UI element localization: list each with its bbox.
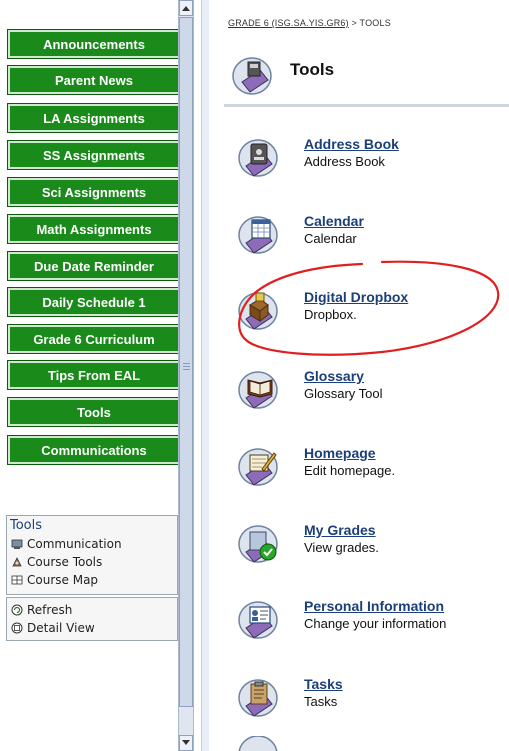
homepage-link[interactable]: Homepage [304, 445, 376, 461]
my-grades-link[interactable]: My Grades [304, 522, 376, 538]
title-divider [224, 104, 509, 107]
tool-personal-information: Personal Information Change your informa… [236, 596, 509, 656]
detail-view-link[interactable]: Detail View [7, 619, 177, 637]
course-tools-label: Course Tools [27, 555, 103, 569]
view-panel: Refresh Detail View [6, 597, 178, 641]
personal-information-desc: Change your information [304, 616, 447, 631]
nav-tools-button[interactable]: Tools [8, 398, 180, 426]
nav-grade-6-curriculum-button[interactable]: Grade 6 Curriculum [8, 325, 180, 353]
annotation-circle [238, 260, 500, 356]
tools-page-icon [232, 57, 272, 95]
refresh-link[interactable]: Refresh [7, 601, 177, 619]
breadcrumb: GRADE 6 (ISG.SA.YIS.GR6) > TOOLS [228, 18, 391, 28]
communication-label: Communication [27, 537, 122, 551]
personal-info-icon [238, 601, 278, 639]
address-book-desc: Address Book [304, 154, 385, 169]
course-map-icon [11, 575, 23, 585]
nav-math-assignments-button[interactable]: Math Assignments [8, 215, 180, 243]
glossary-desc: Glossary Tool [304, 386, 383, 401]
tools-panel-title: Tools [10, 518, 43, 533]
left-navigation: Announcements Parent News LA Assignments… [0, 0, 200, 751]
chevron-up-icon [182, 6, 190, 11]
tool-my-grades: My Grades View grades. [236, 520, 509, 580]
address-book-link[interactable]: Address Book [304, 136, 399, 152]
communication-link[interactable]: Communication [7, 535, 177, 553]
refresh-icon [11, 604, 23, 616]
breadcrumb-parent-link[interactable]: GRADE 6 (ISG.SA.YIS.GR6) [228, 18, 349, 28]
main-content: GRADE 6 (ISG.SA.YIS.GR6) > TOOLS Tools A… [214, 0, 509, 751]
breadcrumb-separator: > [348, 18, 360, 28]
calendar-desc: Calendar [304, 231, 357, 246]
nav-tips-from-eal-button[interactable]: Tips From EAL [8, 361, 180, 389]
nav-ss-assignments-button[interactable]: SS Assignments [8, 141, 180, 169]
breadcrumb-current: TOOLS [359, 18, 391, 28]
frame-divider[interactable] [201, 0, 209, 751]
tool-glossary: Glossary Glossary Tool [236, 366, 509, 426]
tool-address-book: Address Book Address Book [236, 134, 509, 194]
nav-due-date-reminder-button[interactable]: Due Date Reminder [8, 252, 180, 280]
scroll-up-button[interactable] [179, 0, 193, 16]
grades-icon [238, 525, 278, 563]
course-map-link[interactable]: Course Map [7, 571, 177, 589]
glossary-link[interactable]: Glossary [304, 368, 364, 384]
homepage-desc: Edit homepage. [304, 463, 396, 478]
calendar-icon [238, 216, 278, 254]
nav-la-assignments-button[interactable]: LA Assignments [8, 104, 180, 132]
nav-scrollbar[interactable] [178, 0, 194, 751]
nav-parent-news-button[interactable]: Parent News [8, 66, 180, 94]
nav-sci-assignments-button[interactable]: Sci Assignments [8, 178, 180, 206]
tool-tasks: Tasks Tasks [236, 674, 509, 734]
page-title: Tools [290, 60, 335, 79]
course-map-label: Course Map [27, 573, 99, 587]
nav-communications-button[interactable]: Communications [8, 436, 180, 464]
scroll-down-button[interactable] [179, 735, 193, 751]
chevron-down-icon [182, 740, 190, 745]
scroll-thumb[interactable] [179, 17, 193, 707]
nav-announcements-button[interactable]: Announcements [8, 30, 180, 58]
course-tools-link[interactable]: Course Tools [7, 553, 177, 571]
address-book-icon [238, 139, 278, 177]
nav-daily-schedule-button[interactable]: Daily Schedule 1 [8, 288, 180, 316]
my-grades-desc: View grades. [304, 540, 379, 555]
course-tools-icon [12, 557, 22, 567]
tools-panel: Tools Communication Course Tools Course … [6, 515, 178, 595]
calendar-link[interactable]: Calendar [304, 213, 364, 229]
detail-view-label: Detail View [27, 621, 95, 635]
tasks-desc: Tasks [304, 694, 338, 709]
next-tool-icon-partial [238, 736, 278, 751]
tasks-link[interactable]: Tasks [304, 676, 343, 692]
tool-homepage: Homepage Edit homepage. [236, 443, 509, 503]
personal-information-link[interactable]: Personal Information [304, 598, 444, 614]
tasks-icon [238, 679, 278, 717]
homepage-icon [238, 448, 278, 486]
communication-icon [11, 539, 23, 549]
detail-view-icon [11, 622, 23, 634]
glossary-icon [238, 371, 278, 409]
refresh-label: Refresh [27, 603, 73, 617]
